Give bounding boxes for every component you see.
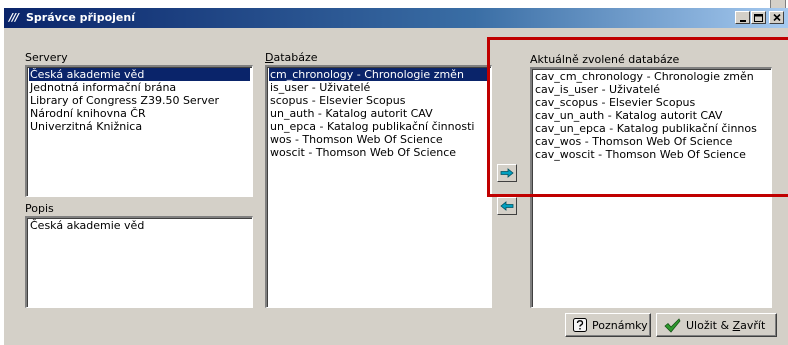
description-label: Popis — [25, 202, 54, 215]
close-button[interactable] — [769, 11, 784, 24]
arrow-left-icon — [500, 201, 514, 211]
database-item[interactable]: is_user - Uživatelé — [269, 81, 489, 94]
add-database-button[interactable] — [497, 164, 517, 182]
description-box: Česká akademie věd — [25, 216, 253, 308]
databases-label: Databáze — [265, 51, 318, 64]
selected-database-item[interactable]: cav_is_user - Uživatelé — [534, 83, 769, 96]
selected-database-item[interactable]: cav_cm_chronology - Chronologie změn — [534, 70, 769, 83]
selected-database-item[interactable]: cav_scopus - Elsevier Scopus — [534, 96, 769, 109]
database-item[interactable]: woscit - Thomson Web Of Science — [269, 146, 489, 159]
selected-databases-listbox[interactable]: cav_cm_chronology - Chronologie změn cav… — [530, 67, 772, 308]
database-item[interactable]: un_auth - Katalog autorit CAV — [269, 107, 489, 120]
window-title: Správce připojení — [26, 11, 135, 24]
close-icon — [772, 14, 781, 21]
server-item[interactable]: Národní knihovna ČR — [29, 107, 250, 120]
checkmark-icon — [664, 317, 681, 333]
save-close-label: Uložit & Zavřít — [686, 319, 765, 332]
selected-databases-label: Aktuálně zvolené databáze — [530, 53, 680, 66]
remove-database-button[interactable] — [497, 197, 517, 215]
server-item[interactable]: Česká akademie věd — [29, 68, 250, 81]
server-item[interactable]: Univerzitná Knižnica — [29, 120, 250, 133]
servers-label: Servery — [25, 51, 68, 64]
minimize-button[interactable] — [735, 11, 750, 24]
save-close-button[interactable]: Uložit & Zavřít — [656, 313, 777, 337]
save-close-accesskey: Z — [732, 318, 741, 332]
notes-icon — [573, 318, 587, 332]
notes-button[interactable]: Poznámky — [565, 313, 651, 337]
selected-database-item[interactable]: cav_woscit - Thomson Web Of Science — [534, 148, 769, 161]
connection-manager-window: /// Správce připojení Servery Česká akad… — [4, 8, 788, 345]
database-item[interactable]: wos - Thomson Web Of Science — [269, 133, 489, 146]
title-bar[interactable]: /// Správce připojení — [4, 8, 788, 28]
save-close-label-prefix: Uložit & — [686, 318, 733, 332]
database-item[interactable]: scopus - Elsevier Scopus — [269, 94, 489, 107]
app-logo: /// — [9, 11, 19, 24]
window-controls — [735, 11, 784, 24]
background-window-fragment — [770, 0, 786, 8]
arrow-right-icon — [500, 168, 514, 178]
databases-listbox[interactable]: cm_chronology - Chronologie změn is_user… — [265, 65, 492, 308]
minimize-icon — [739, 19, 746, 22]
background-strip — [0, 0, 788, 8]
selected-database-item[interactable]: cav_wos - Thomson Web Of Science — [534, 135, 769, 148]
selected-database-item[interactable]: cav_un_epca - Katalog publikační činnos — [534, 122, 769, 135]
save-close-label-rest: avřít — [740, 318, 766, 332]
notes-button-label: Poznámky — [592, 318, 648, 332]
databases-label-rest: atabáze — [273, 51, 318, 64]
database-item[interactable]: cm_chronology - Chronologie změn — [269, 68, 489, 81]
servers-listbox[interactable]: Česká akademie věd Jednotná informační b… — [25, 65, 253, 197]
selected-database-item[interactable]: cav_un_auth - Katalog autorit CAV — [534, 109, 769, 122]
database-item[interactable]: un_epca - Katalog publikační činnosti — [269, 120, 489, 133]
server-item[interactable]: Library of Congress Z39.50 Server — [29, 94, 250, 107]
maximize-button[interactable] — [751, 11, 766, 24]
maximize-icon — [754, 13, 763, 22]
description-text: Česká akademie věd — [30, 219, 145, 232]
server-item[interactable]: Jednotná informační brána — [29, 81, 250, 94]
